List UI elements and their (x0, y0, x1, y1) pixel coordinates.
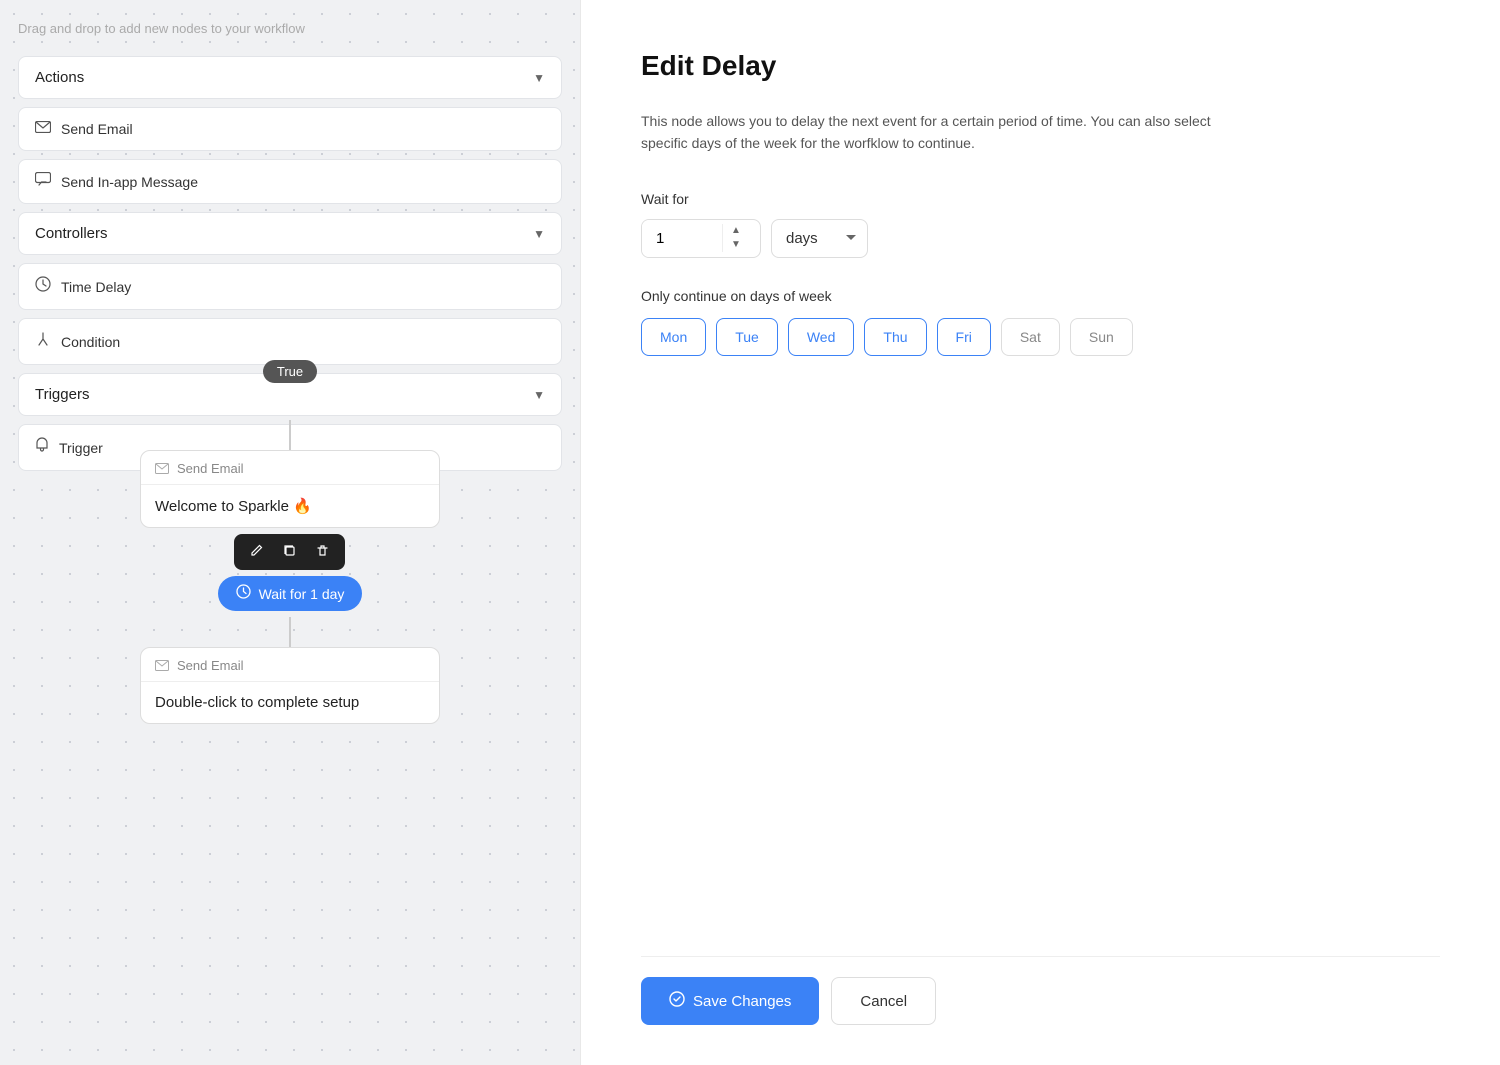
decrement-button[interactable]: ▼ (723, 238, 749, 252)
wait-for-label: Wait for (641, 191, 1440, 207)
day-btn-wed[interactable]: Wed (788, 318, 855, 356)
save-changes-button[interactable]: Save Changes (641, 977, 819, 1025)
edit-button[interactable] (240, 538, 273, 566)
right-panel: Edit Delay This node allows you to delay… (580, 0, 1500, 1065)
node-action-toolbar (234, 534, 345, 570)
day-btn-fri[interactable]: Fri (937, 318, 991, 356)
node2-body: Double-click to complete setup (141, 682, 439, 723)
day-btn-tue[interactable]: Tue (716, 318, 778, 356)
bottom-actions: Save Changes Cancel (641, 956, 1440, 1025)
connector-line-2 (289, 617, 291, 647)
days-of-week-label: Only continue on days of week (641, 288, 1440, 304)
day-btn-sat[interactable]: Sat (1001, 318, 1060, 356)
workflow-node-send-email[interactable]: Send Email Welcome to Sparkle 🔥 (140, 450, 440, 528)
wait-badge-label: Wait for 1 day (259, 586, 345, 602)
workflow-node-send-email-2[interactable]: Send Email Double-click to complete setu… (140, 647, 440, 724)
copy-button[interactable] (273, 538, 306, 566)
page-title: Edit Delay (641, 50, 1440, 82)
wait-number-input[interactable]: ▲ ▼ (641, 219, 761, 258)
node1-header-label: Send Email (177, 461, 243, 476)
left-panel: Drag and drop to add new nodes to your w… (0, 0, 580, 1065)
clock-badge-icon (236, 584, 251, 603)
increment-button[interactable]: ▲ (723, 224, 749, 238)
day-btn-mon[interactable]: Mon (641, 318, 706, 356)
node1-header: Send Email (141, 451, 439, 485)
spinners: ▲ ▼ (722, 224, 749, 252)
wait-for-row: ▲ ▼ days hours minutes weeks (641, 219, 1440, 258)
wait-value-field[interactable] (642, 220, 722, 257)
edit-description: This node allows you to delay the next e… (641, 110, 1261, 155)
save-icon (669, 991, 685, 1011)
node1-body: Welcome to Sparkle 🔥 (141, 485, 439, 527)
days-row: Mon Tue Wed Thu Fri Sat Sun (641, 318, 1440, 356)
wait-badge[interactable]: Wait for 1 day (218, 576, 363, 611)
day-btn-thu[interactable]: Thu (864, 318, 926, 356)
day-btn-sun[interactable]: Sun (1070, 318, 1133, 356)
delete-button[interactable] (306, 538, 339, 566)
node2-header: Send Email (141, 648, 439, 682)
save-label: Save Changes (693, 993, 791, 1010)
workflow-canvas: True Send Email Welcome to Sparkle 🔥 (0, 0, 580, 1065)
true-badge: True (263, 360, 317, 383)
node2-header-label: Send Email (177, 658, 243, 673)
workflow-flow: True Send Email Welcome to Sparkle 🔥 (140, 360, 440, 724)
unit-select[interactable]: days hours minutes weeks (771, 219, 868, 258)
cancel-button[interactable]: Cancel (831, 977, 936, 1025)
connector-line-1 (289, 420, 291, 450)
toolbar-area: Wait for 1 day (218, 534, 363, 611)
